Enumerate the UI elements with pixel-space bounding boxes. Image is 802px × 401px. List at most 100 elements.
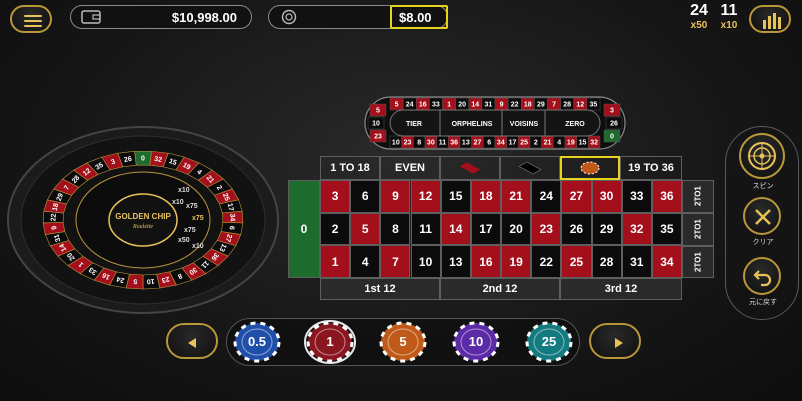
wheel-number: 26 [124, 156, 133, 164]
wheel-number: 0 [141, 156, 145, 163]
racetrack-tier[interactable]: TIER [406, 121, 422, 128]
chip-next-button[interactable] [589, 323, 641, 359]
bet-number-10[interactable]: 10 [410, 245, 441, 278]
wheel-multiplier-label: x50 [178, 237, 190, 244]
placed-chip-icon [580, 161, 600, 175]
racetrack-orphelins[interactable]: ORPHELINS [452, 121, 493, 128]
bet-number-28[interactable]: 28 [591, 245, 622, 278]
bet-number-22[interactable]: 22 [531, 245, 562, 278]
bet-number-27[interactable]: 27 [561, 180, 592, 213]
menu-button[interactable] [10, 5, 52, 33]
racetrack-number-label: 26 [610, 121, 618, 128]
racetrack-number-label: 23 [374, 134, 382, 141]
bet-number-20[interactable]: 20 [501, 212, 532, 246]
bet-number-4[interactable]: 4 [350, 245, 381, 278]
racetrack-bet-area[interactable]: 5 24 16 33 1 20 14 31 9 22 18 29 7 28 12 3510 23 8 30 11 36 1… [364, 96, 626, 150]
statistics-bars-icon [763, 13, 781, 29]
racetrack-number-label: 4 [557, 140, 561, 147]
bet-black[interactable] [500, 156, 560, 180]
chip-1[interactable]: 1 [304, 320, 356, 364]
bet-number-31[interactable]: 31 [621, 245, 652, 278]
bet-number-30[interactable]: 30 [591, 180, 622, 213]
racetrack-number-label: 29 [537, 102, 545, 109]
chip-value: 1 [326, 334, 334, 349]
bet-number-9[interactable]: 9 [380, 180, 411, 213]
bet-number-33[interactable]: 33 [621, 180, 652, 213]
wheel-number: 5 [133, 277, 138, 284]
bet-number-6[interactable]: 6 [350, 180, 381, 213]
bet-number-7[interactable]: 7 [380, 245, 411, 278]
racetrack-number-label: 21 [544, 140, 552, 147]
bet-number-15[interactable]: 15 [440, 180, 471, 213]
chip-5[interactable]: 5 [377, 320, 429, 364]
chip-value: 5 [399, 334, 407, 349]
bet-number-25[interactable]: 25 [561, 245, 592, 278]
bet-number-29[interactable]: 29 [591, 212, 622, 246]
bet-number-23[interactable]: 23 [531, 212, 562, 246]
chevron-right-icon [615, 338, 623, 348]
bet-number-13[interactable]: 13 [440, 245, 471, 278]
bet-dozen-3[interactable]: 3rd 12 [560, 278, 682, 300]
wheel-multiplier-label: x75 [186, 203, 198, 210]
chip-25[interactable]: 25 [523, 320, 575, 364]
wallet-icon [81, 10, 101, 24]
racetrack-number-label: 8 [417, 140, 421, 147]
bet-dozen-2[interactable]: 2nd 12 [440, 278, 560, 300]
bet-number-12[interactable]: 12 [410, 180, 441, 213]
wheel-multiplier-label: x10 [192, 243, 204, 250]
chip-10[interactable]: 10 [450, 320, 502, 364]
racetrack-number-label: 28 [563, 102, 571, 109]
racetrack-zero[interactable]: ZERO [565, 121, 585, 128]
racetrack-number-label: 0 [610, 134, 614, 141]
wheel-multiplier-label: x75 [192, 215, 204, 222]
bet-column-middle[interactable]: 2TO1 [682, 213, 714, 246]
racetrack-number-label: 10 [372, 121, 380, 128]
racetrack-number-label: 14 [471, 102, 479, 109]
clear-button[interactable] [743, 197, 781, 235]
bet-number-32[interactable]: 32 [621, 212, 652, 246]
racetrack-number-label: 27 [474, 140, 482, 147]
racetrack-voisins[interactable]: VOISINS [510, 121, 539, 128]
racetrack-number-label: 1 [447, 102, 451, 109]
bet-column-top[interactable]: 2TO1 [682, 180, 714, 213]
black-diamond-icon [518, 161, 542, 175]
racetrack-number-label: 22 [511, 102, 519, 109]
bet-number-36[interactable]: 36 [651, 180, 683, 213]
bet-odd[interactable] [560, 156, 620, 180]
racetrack-number-label: 6 [487, 140, 491, 147]
bet-number-14[interactable]: 14 [440, 212, 471, 246]
clear-label: クリア [752, 239, 774, 246]
bet-dozen-1[interactable]: 1st 12 [320, 278, 440, 300]
bet-even[interactable]: EVEN [380, 156, 440, 180]
roulette-wheel-icon [748, 142, 776, 170]
bet-red[interactable] [440, 156, 500, 180]
bet-number-11[interactable]: 11 [410, 212, 441, 246]
spin-button[interactable] [739, 133, 785, 179]
undo-button[interactable] [743, 257, 781, 295]
bet-number-5[interactable]: 5 [350, 212, 381, 246]
bet-number-16[interactable]: 16 [470, 245, 501, 278]
action-panel: スピン クリア 元に戻す [725, 126, 799, 320]
bet-number-1[interactable]: 1 [320, 245, 351, 278]
chip-0.5[interactable]: 0.5 [231, 320, 283, 364]
chip-prev-button[interactable] [166, 323, 218, 359]
bet-number-18[interactable]: 18 [470, 180, 501, 213]
bet-19-to-36[interactable]: 19 TO 36 [620, 156, 682, 180]
racetrack-number-label: 5 [395, 102, 399, 109]
bet-number-2[interactable]: 2 [320, 212, 351, 246]
bet-number-19[interactable]: 19 [501, 245, 532, 278]
bet-zero[interactable]: 0 [288, 180, 320, 278]
bet-number-24[interactable]: 24 [531, 180, 562, 213]
bet-number-8[interactable]: 8 [380, 212, 411, 246]
bet-number-17[interactable]: 17 [470, 212, 501, 246]
bet-1-to-18[interactable]: 1 TO 18 [320, 156, 380, 180]
bet-number-26[interactable]: 26 [561, 212, 592, 246]
chevron-left-icon [188, 338, 196, 348]
statistics-button[interactable] [749, 5, 791, 33]
bet-number-35[interactable]: 35 [651, 212, 683, 246]
bet-number-21[interactable]: 21 [501, 180, 532, 213]
racetrack-number-label: 34 [497, 140, 505, 147]
bet-number-3[interactable]: 3 [320, 180, 351, 213]
bet-number-34[interactable]: 34 [651, 245, 683, 278]
bet-column-bottom[interactable]: 2TO1 [682, 246, 714, 278]
